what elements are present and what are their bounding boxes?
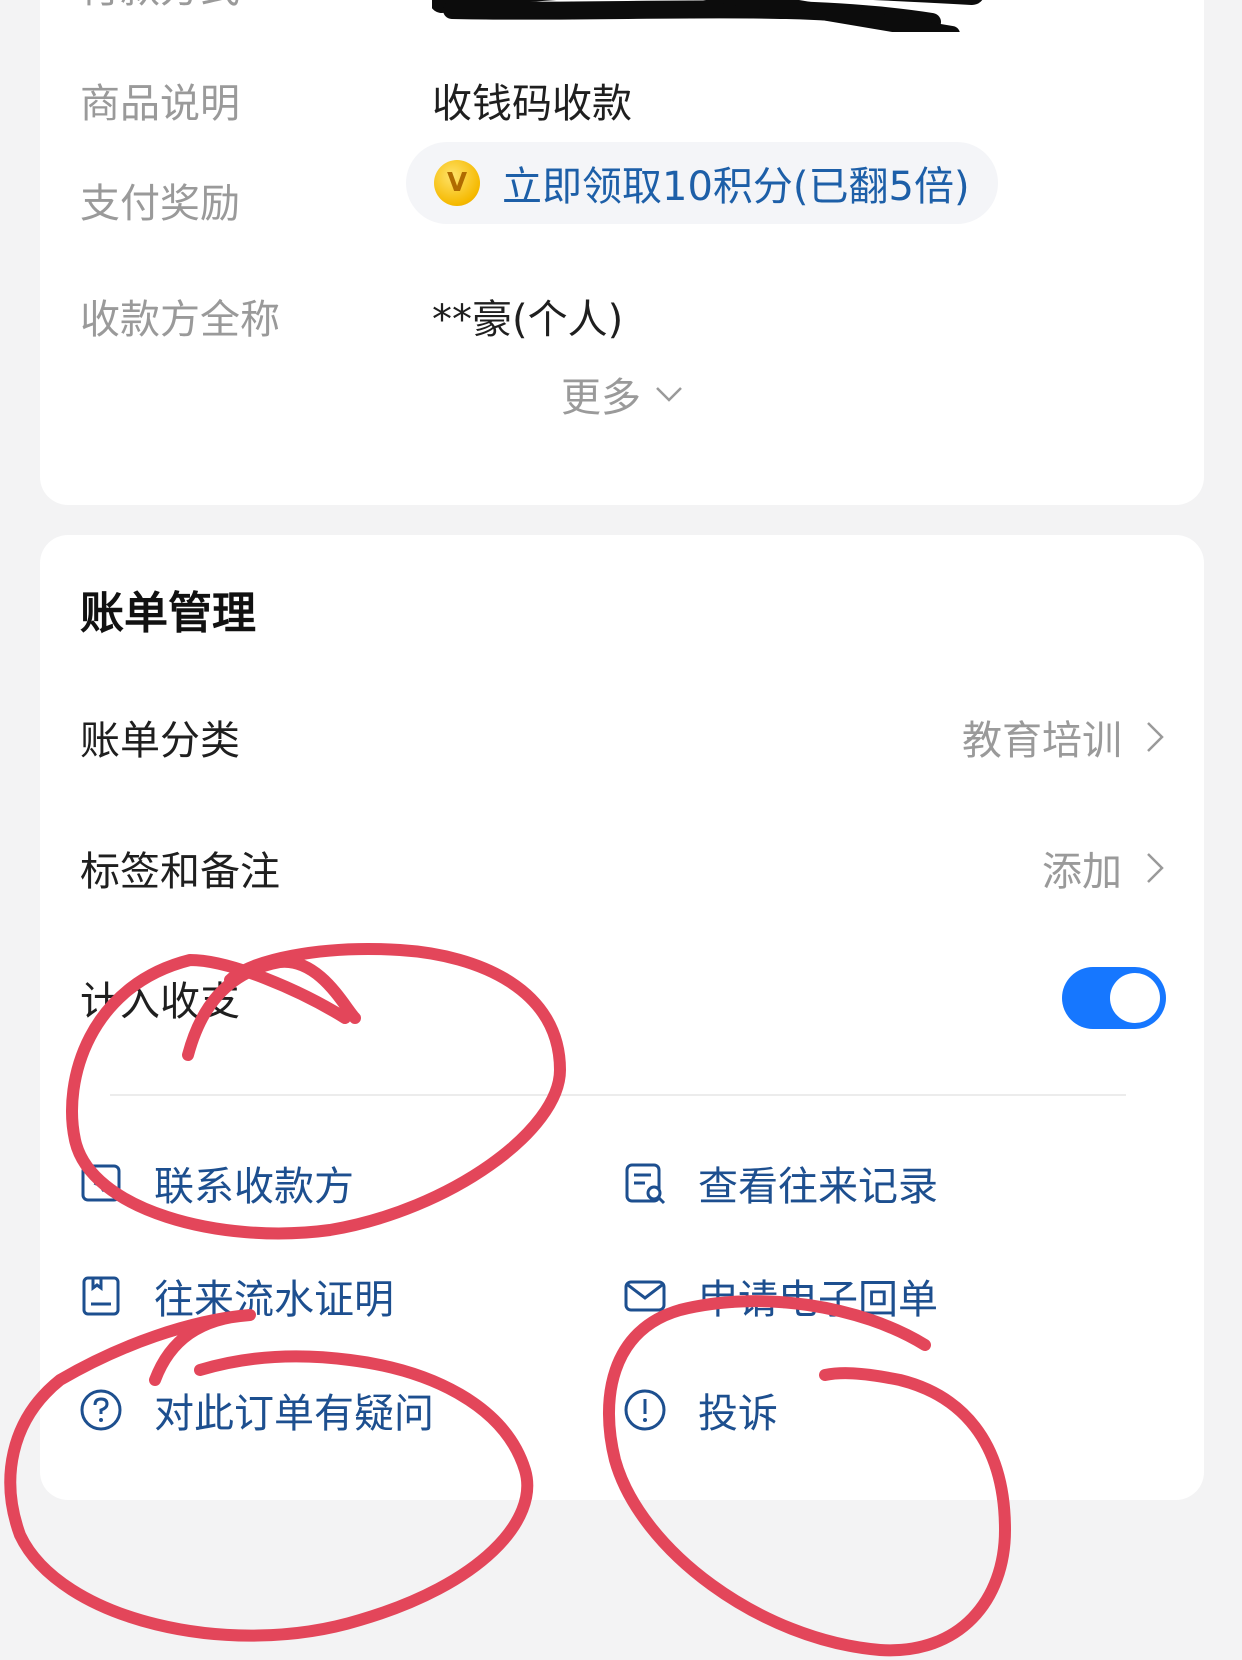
claim-reward-button[interactable]: V 立即领取10积分(已翻5倍): [406, 142, 998, 224]
transaction-proof-label: 往来流水证明: [154, 1277, 394, 1323]
transaction-proof-button[interactable]: 往来流水证明: [78, 1266, 394, 1326]
alert-circle-icon: [622, 1387, 668, 1433]
e-receipt-button[interactable]: 申请电子回单: [622, 1266, 938, 1326]
payment-method-label: 付款方式: [80, 0, 390, 14]
more-label: 更多: [561, 375, 641, 421]
include-in-budget-toggle[interactable]: [1062, 967, 1166, 1029]
bill-category-value: 教育培训: [962, 718, 1122, 764]
contact-card-icon: [78, 1160, 124, 1206]
view-records-label: 查看往来记录: [698, 1164, 938, 1210]
include-in-budget-row: 计入收支: [80, 963, 1166, 1033]
order-question-button[interactable]: 对此订单有疑问: [78, 1380, 434, 1440]
question-circle-icon: [78, 1387, 124, 1433]
bill-category-value-group: 教育培训: [962, 708, 1166, 766]
include-in-budget-label: 计入收支: [80, 979, 240, 1025]
mail-icon: [622, 1273, 668, 1319]
product-description-label: 商品说明: [80, 81, 240, 127]
bill-detail-page: 付款方式 商品说明 收钱码收款 支付奖励 V 立即领取10积分(已翻5倍) 收款…: [0, 0, 1242, 1660]
chevron-right-icon: [1147, 722, 1164, 752]
complain-label: 投诉: [698, 1391, 778, 1437]
order-details-card: 付款方式 商品说明 收钱码收款 支付奖励 V 立即领取10积分(已翻5倍) 收款…: [40, 0, 1204, 505]
bill-category-label: 账单分类: [80, 718, 240, 764]
tags-notes-value: 添加: [1042, 849, 1122, 895]
contact-payee-label: 联系收款方: [154, 1164, 354, 1210]
coin-icon: V: [434, 160, 480, 206]
tags-notes-row[interactable]: 标签和备注 添加: [80, 833, 1166, 903]
chevron-down-icon: [656, 387, 682, 402]
section-title: 账单管理: [80, 588, 256, 639]
divider: [110, 1094, 1126, 1096]
toggle-knob: [1110, 973, 1160, 1023]
payee-name-value: **豪(个人): [432, 297, 624, 343]
payee-name-label: 收款方全称: [80, 297, 280, 343]
view-records-button[interactable]: 查看往来记录: [622, 1153, 938, 1213]
order-question-label: 对此订单有疑问: [154, 1391, 434, 1437]
record-search-icon: [622, 1160, 668, 1206]
payment-reward-label: 支付奖励: [80, 181, 240, 227]
bill-management-card: 账单管理 账单分类 教育培训 标签和备注 添加 计入收支 联系收款方 查看往来记…: [40, 535, 1204, 1500]
tags-notes-label: 标签和备注: [80, 849, 280, 895]
e-receipt-label: 申请电子回单: [698, 1277, 938, 1323]
bill-category-row[interactable]: 账单分类 教育培训: [80, 702, 1166, 772]
claim-reward-label: 立即领取10积分(已翻5倍): [502, 164, 970, 210]
tags-notes-value-group: 添加: [1042, 839, 1166, 897]
contact-payee-button[interactable]: 联系收款方: [78, 1153, 354, 1213]
redaction-scribble: [432, 0, 983, 32]
complain-button[interactable]: 投诉: [622, 1380, 778, 1440]
more-button[interactable]: 更多: [40, 365, 1204, 423]
product-description-value: 收钱码收款: [432, 81, 632, 127]
document-icon: [78, 1273, 124, 1319]
chevron-right-icon: [1147, 853, 1164, 883]
